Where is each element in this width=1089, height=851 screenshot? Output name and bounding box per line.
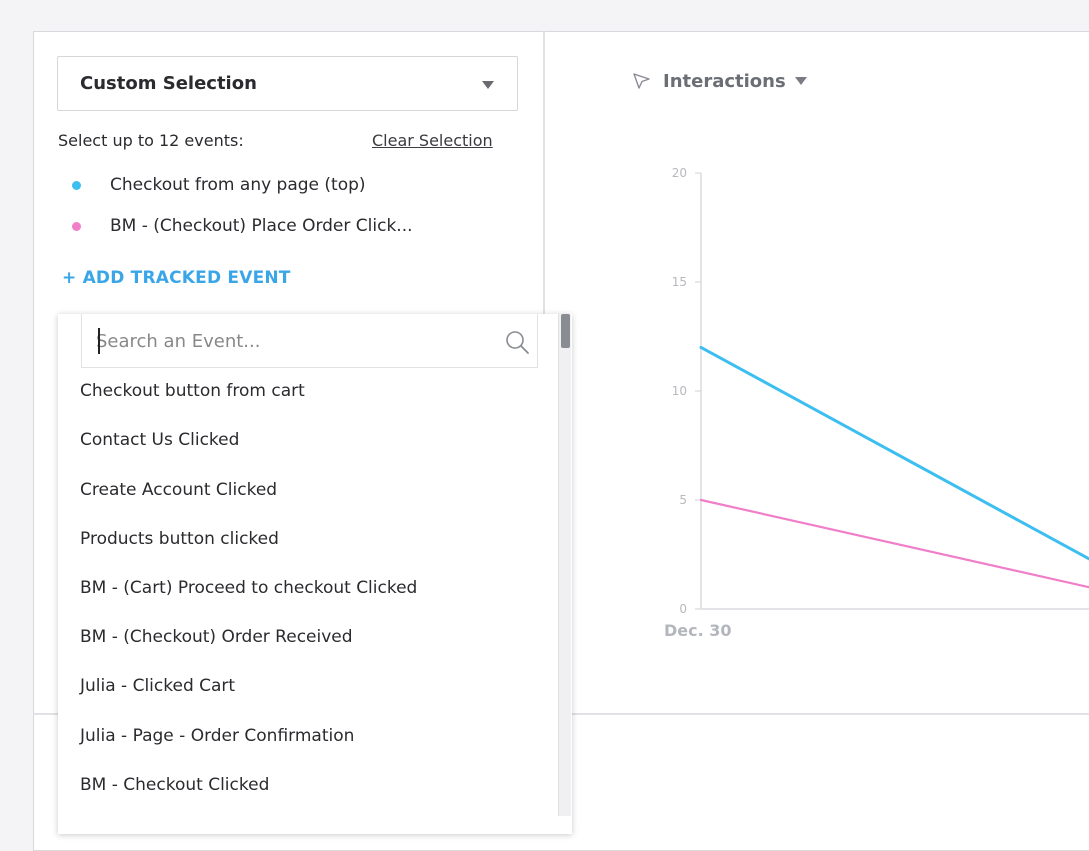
event-search-input[interactable] (96, 326, 476, 356)
metric-selector[interactable]: Interactions (631, 70, 807, 92)
series-color-dot (72, 180, 81, 190)
y-tick-label: 5 (679, 493, 687, 507)
metric-label: Interactions (663, 70, 786, 92)
search-icon[interactable] (505, 330, 531, 356)
series-line (699, 345, 1089, 561)
y-tick-label: 15 (672, 275, 687, 289)
add-tracked-event-button[interactable]: + ADD TRACKED EVENT (62, 268, 291, 288)
selected-event-label: Checkout from any page (top) (110, 175, 366, 195)
y-tick-label: 10 (672, 384, 687, 398)
event-option[interactable]: Julia - Page - Order Confirmation (80, 726, 354, 752)
event-search-box (81, 314, 538, 368)
text-cursor (98, 328, 100, 354)
event-set-select-label: Custom Selection (80, 73, 257, 94)
y-tick-label: 0 (679, 602, 687, 616)
event-option[interactable]: BM - Checkout Clicked (80, 775, 269, 801)
event-option[interactable]: Products button clicked (80, 529, 279, 555)
chevron-down-icon (482, 81, 494, 89)
x-tick-label: Dec. 30 (664, 621, 732, 640)
event-option[interactable]: Julia - Clicked Cart (80, 676, 235, 702)
event-option[interactable]: Checkout button from cart (80, 381, 305, 407)
selected-event-item[interactable]: BM - (Checkout) Place Order Click... (72, 215, 413, 237)
chevron-down-icon (794, 77, 807, 85)
event-option[interactable]: Create Account Clicked (80, 480, 277, 506)
event-option[interactable]: Contact Us Clicked (80, 430, 239, 456)
event-search-dropdown: Checkout button from cart Contact Us Cli… (58, 314, 572, 834)
selected-event-item[interactable]: Checkout from any page (top) (72, 174, 366, 196)
event-option[interactable]: BM - (Cart) Proceed to checkout Clicked (80, 578, 417, 604)
y-tick-label: 20 (672, 166, 687, 180)
series-color-dot (72, 221, 81, 231)
event-set-select[interactable]: Custom Selection (57, 56, 518, 111)
cursor-arrow-icon (633, 73, 650, 89)
selected-event-label: BM - (Checkout) Place Order Click... (110, 216, 413, 236)
series-line (699, 498, 1089, 589)
clear-selection-link[interactable]: Clear Selection (372, 131, 493, 150)
dropdown-scrollbar[interactable] (558, 314, 571, 816)
selection-hint: Select up to 12 events: (58, 131, 244, 150)
interactions-line-chart: 0 5 10 15 20 Dec. 30 (664, 166, 1089, 640)
event-option[interactable]: BM - (Checkout) Order Received (80, 627, 353, 653)
scrollbar-thumb[interactable] (561, 314, 570, 348)
